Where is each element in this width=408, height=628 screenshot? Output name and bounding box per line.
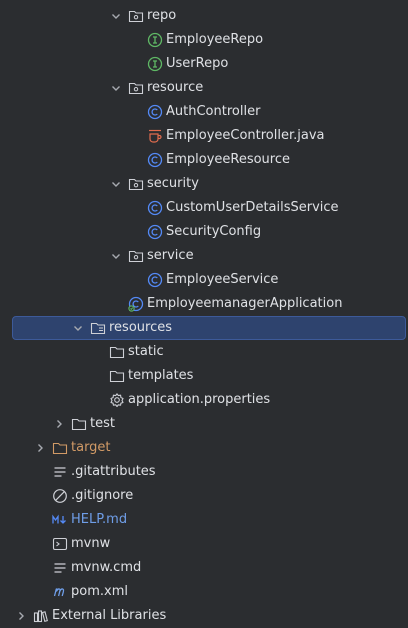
tree-label: application.properties [128,392,271,407]
package-icon [128,8,144,24]
class-icon [147,152,163,168]
tree-label: mvnw [71,536,111,551]
tree-label: AuthController [166,104,261,119]
tree-row-employee-repo[interactable]: EmployeeRepo [0,28,408,52]
chevron-down-icon[interactable] [108,76,124,100]
tree-row-templates[interactable]: templates [0,364,408,388]
library-icon [33,608,49,624]
tree-label: EmployeeController.java [166,128,325,143]
package-icon [128,80,144,96]
tree-row-resource[interactable]: resource [0,76,408,100]
tree-label: EmployeeRepo [166,32,264,47]
java-file-icon [147,128,163,144]
excluded-folder-icon [52,440,68,456]
tree-row-service[interactable]: service [0,244,408,268]
package-icon [128,176,144,192]
tree-label: EmployeemanagerApplication [147,296,343,311]
tree-row-application-properties[interactable]: application.properties [0,388,408,412]
resources-folder-icon [90,320,106,336]
interface-icon [147,32,163,48]
class-icon [147,104,163,120]
tree-label: resource [147,80,204,95]
chevron-down-icon[interactable] [108,244,124,268]
tree-label: static [128,344,164,359]
tree-row-security-config[interactable]: SecurityConfig [0,220,408,244]
tree-label: .gitignore [71,488,134,503]
tree-label: security [147,176,199,191]
tree-row-target[interactable]: target [0,436,408,460]
tree-row-pom-xml[interactable]: pom.xml [0,580,408,604]
tree-row-employee-resource[interactable]: EmployeeResource [0,148,408,172]
chevron-down-icon[interactable] [70,316,86,340]
tree-label: UserRepo [166,56,229,71]
chevron-right-icon[interactable] [13,604,29,628]
class-icon [147,224,163,240]
chevron-down-icon[interactable] [108,172,124,196]
tree-row-gitattributes[interactable]: .gitattributes [0,460,408,484]
package-icon [128,248,144,264]
tree-label: External Libraries [52,608,167,623]
tree-row-gitignore[interactable]: .gitignore [0,484,408,508]
tree-row-employee-controller[interactable]: EmployeeController.java [0,124,408,148]
chevron-right-icon[interactable] [32,436,48,460]
tree-row-security[interactable]: security [0,172,408,196]
tree-row-employee-service[interactable]: EmployeeService [0,268,408,292]
tree-label: EmployeeResource [166,152,291,167]
tree-label: pom.xml [71,584,128,599]
ignore-file-icon [52,488,68,504]
tree-row-mvnw[interactable]: mvnw [0,532,408,556]
tree-label: test [90,416,115,431]
class-icon [147,272,163,288]
tree-label: repo [147,8,177,23]
tree-row-external-libraries[interactable]: External Libraries [0,604,408,628]
tree-row-custom-user-details-service[interactable]: CustomUserDetailsService [0,196,408,220]
tree-row-mvnw-cmd[interactable]: mvnw.cmd [0,556,408,580]
tree-label: SecurityConfig [166,224,262,239]
tree-row-resources[interactable]: resources [0,316,408,340]
tree-label: HELP.md [71,512,128,527]
tree-label: .gitattributes [71,464,156,479]
tree-row-static[interactable]: static [0,340,408,364]
tree-label: resources [109,320,173,335]
text-file-icon [52,560,68,576]
tree-label: EmployeeService [166,272,279,287]
tree-row-repo[interactable]: repo [0,4,408,28]
tree-row-help-md[interactable]: HELP.md [0,508,408,532]
text-file-icon [52,464,68,480]
project-tree: repo EmployeeRepo UserRepo resource Auth… [0,0,408,626]
folder-icon [71,416,87,432]
spring-boot-class-icon [128,296,144,312]
markdown-icon [52,512,68,528]
terminal-file-icon [52,536,68,552]
gear-icon [109,392,125,408]
tree-row-user-repo[interactable]: UserRepo [0,52,408,76]
folder-icon [109,368,125,384]
tree-label: mvnw.cmd [71,560,142,575]
tree-label: CustomUserDetailsService [166,200,339,215]
chevron-down-icon[interactable] [108,4,124,28]
tree-label: service [147,248,194,263]
class-icon [147,200,163,216]
chevron-right-icon[interactable] [51,412,67,436]
interface-icon [147,56,163,72]
tree-label: templates [128,368,194,383]
tree-label: target [71,440,111,455]
tree-row-employeemanager-application[interactable]: EmployeemanagerApplication [0,292,408,316]
maven-icon [52,584,68,600]
folder-icon [109,344,125,360]
tree-row-auth-controller[interactable]: AuthController [0,100,408,124]
tree-row-test[interactable]: test [0,412,408,436]
